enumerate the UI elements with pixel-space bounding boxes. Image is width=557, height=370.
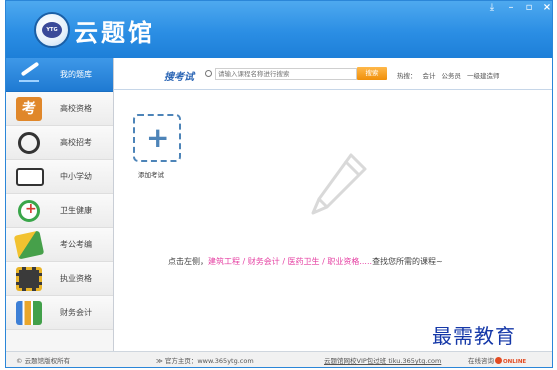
hot-term-accounting[interactable]: 会计 <box>423 72 436 80</box>
add-exam-label: 添加考试 <box>138 171 164 179</box>
online-badge: ONLINE <box>503 359 527 365</box>
search-input[interactable] <box>215 68 357 80</box>
sidebar-item-accounting[interactable]: 财务会计 <box>6 296 113 330</box>
sidebar-item-k12[interactable]: 中小学幼 <box>6 160 113 194</box>
hint-category-qualification[interactable]: 职业资格 <box>327 257 359 266</box>
hint-category-finance[interactable]: 财务会计 <box>248 257 280 266</box>
minimize-icon[interactable]: – <box>503 2 519 14</box>
pencil-icon <box>311 153 367 215</box>
online-consult-button[interactable]: 在线咨询 ONLINE <box>468 355 526 365</box>
app-logo: YTG <box>34 12 70 48</box>
book-icon <box>16 168 44 186</box>
hot-term-civil-servant[interactable]: 公务员 <box>442 72 462 80</box>
copyright-text: © 云题馆版权所有 <box>16 357 71 365</box>
sidebar-item-label: 执业资格 <box>60 274 92 283</box>
logo-mark: YTG <box>42 22 62 38</box>
header-bar: YTG 云题馆 ⤓ – ▫ × <box>6 1 552 58</box>
sidebar-item-label: 中小学幼 <box>60 172 92 181</box>
hint-separator: / <box>279 257 288 266</box>
status-bar: © 云题馆版权所有 ≫ 官方主页：www.365ytg.com 云题馆网校VIP… <box>6 351 552 367</box>
hint-separator: / <box>240 257 248 266</box>
chart-icon <box>16 301 42 325</box>
sidebar-item-my-bank[interactable]: 我的题库 <box>6 58 113 92</box>
main-content: + 添加考试 点击左侧，建筑工程 / 财务会计 / 医药卫生 / 职业资格...… <box>114 91 552 351</box>
sidebar-item-label: 财务会计 <box>60 308 92 317</box>
kao-icon: 考 <box>16 97 42 121</box>
hint-suffix: 查找您所需的课程~ <box>372 257 443 266</box>
search-button[interactable]: 搜索 <box>357 67 387 80</box>
sidebar-item-college-admission[interactable]: 高校招考 <box>6 126 113 160</box>
sidebar-item-label: 卫生健康 <box>60 206 92 215</box>
sidebar-item-college-qualification[interactable]: 考 高校资格 <box>6 92 113 126</box>
hint-prefix: 点击左侧， <box>168 257 208 266</box>
online-status-icon <box>495 357 502 364</box>
film-icon <box>16 267 42 291</box>
sidebar-item-label: 我的题库 <box>60 70 92 79</box>
download-icon[interactable]: ⤓ <box>484 2 500 14</box>
sidebar-item-health[interactable]: 卫生健康 <box>6 194 113 228</box>
sidebar-item-practice-qualification[interactable]: 执业资格 <box>6 262 113 296</box>
consult-label: 在线咨询 <box>468 357 494 365</box>
official-site-link[interactable]: ≫ 官方主页：www.365ytg.com <box>156 355 254 365</box>
medical-cross-icon <box>18 200 40 222</box>
sidebar-item-label: 考公考编 <box>60 240 92 249</box>
maximize-icon[interactable]: ▫ <box>521 2 537 14</box>
search-icon <box>205 70 212 77</box>
sidebar-item-civil-service[interactable]: 考公考编 <box>6 228 113 262</box>
search-bar: 搜考试 搜索 热搜： 会计公务员一级建造师 <box>114 58 552 90</box>
hint-category-medical[interactable]: 医药卫生 <box>288 257 320 266</box>
add-exam-button[interactable]: + <box>133 114 181 162</box>
hot-label: 热搜： <box>397 72 417 80</box>
vip-link[interactable]: 云题馆网校VIP包过班 tiku.365ytg.com <box>324 355 441 365</box>
app-title: 云题馆 <box>74 19 155 47</box>
hint-category-construction[interactable]: 建筑工程 <box>208 257 240 266</box>
sidebar-item-label: 高校资格 <box>60 104 92 113</box>
hot-searches: 热搜： 会计 公务员 一级建造师 <box>397 70 506 80</box>
hint-ellipsis: ..... <box>359 257 373 266</box>
sidebar-item-label: 高校招考 <box>60 138 92 147</box>
books-icon <box>13 230 45 260</box>
pen-icon <box>16 63 42 87</box>
app-window: YTG 云题馆 ⤓ – ▫ × 我的题库 考 高校资格 高校招考 中小学幼 卫生… <box>5 0 553 368</box>
search-title: 搜考试 <box>164 72 194 83</box>
watermark: 最需教育 <box>432 324 516 348</box>
close-icon[interactable]: × <box>539 2 555 14</box>
plus-icon: + <box>146 121 170 154</box>
ring-icon <box>18 132 40 154</box>
empty-hint: 点击左侧，建筑工程 / 财务会计 / 医药卫生 / 职业资格.....查找您所需… <box>168 256 443 267</box>
sidebar: 我的题库 考 高校资格 高校招考 中小学幼 卫生健康 考公考编 执业资格 财务会 <box>6 58 114 351</box>
hot-term-constructor[interactable]: 一级建造师 <box>467 72 500 80</box>
